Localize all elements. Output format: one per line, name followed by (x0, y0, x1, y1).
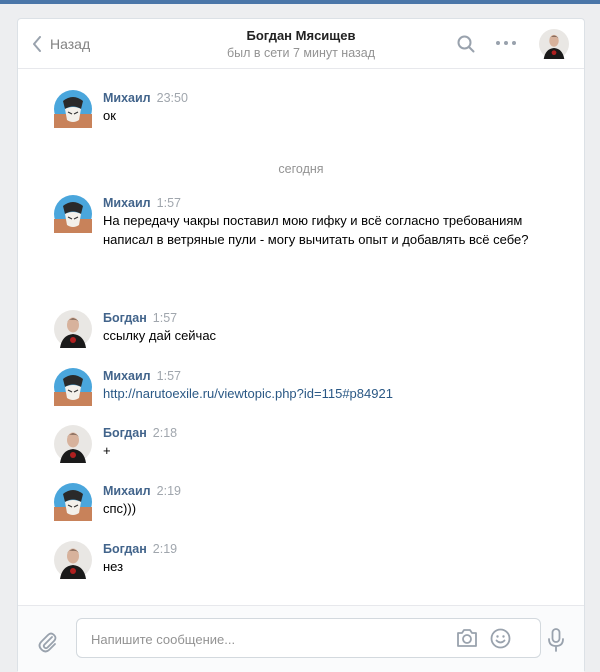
message-time: 1:57 (156, 196, 181, 210)
message-text: ок (103, 108, 116, 123)
message-time: 2:19 (156, 484, 181, 498)
message-input[interactable] (89, 619, 433, 659)
message-author[interactable]: Михаил (103, 196, 151, 210)
message-author[interactable]: Богдан (103, 311, 147, 325)
bogdan-avatar[interactable] (54, 425, 92, 463)
chat-title: Богдан Мясищев был в сети 7 минут назад (168, 28, 434, 61)
mikhail-avatar[interactable] (54, 483, 92, 521)
more-icon[interactable] (496, 41, 516, 45)
paperclip-icon[interactable] (38, 630, 58, 659)
smile-icon[interactable] (490, 628, 511, 654)
mikhail-avatar[interactable] (54, 368, 92, 406)
camera-icon[interactable] (456, 628, 478, 653)
message-text: нез (103, 559, 124, 574)
day-separator: сегодня (278, 162, 324, 176)
bogdan-avatar[interactable] (54, 541, 92, 579)
back-label: Назад (50, 36, 91, 52)
message-time: 2:19 (152, 542, 178, 556)
microphone-icon[interactable] (548, 628, 564, 657)
message-text: На передачу чакры поставил мою гифку и в… (103, 213, 529, 247)
message-author[interactable]: Михаил (103, 91, 151, 105)
message-author[interactable]: Богдан (103, 542, 147, 556)
chat-window: Назад Богдан Мясищев был в сети 7 минут … (17, 18, 585, 672)
message-time: 1:57 (156, 369, 181, 383)
message-text: ссылку дай сейчас (103, 328, 217, 343)
message-author[interactable]: Богдан (103, 426, 147, 440)
chat-header: Назад Богдан Мясищев был в сети 7 минут … (18, 19, 584, 69)
top-accent-bar (0, 0, 600, 4)
message-link[interactable]: http://narutoexile.ru/viewtopic.php?id=1… (103, 386, 393, 401)
message-list: Михаил 23:50 ок сегодня Михаил 1:57 На пер… (18, 70, 584, 605)
contact-avatar[interactable] (539, 29, 569, 64)
contact-name[interactable]: Богдан Мясищев (168, 28, 434, 44)
message-author[interactable]: Михаил (103, 484, 151, 498)
message-composer (18, 605, 584, 672)
message-input-box[interactable] (76, 618, 541, 659)
message-author[interactable]: Михаил (103, 369, 151, 383)
contact-status: был в сети 7 минут назад (226, 46, 376, 60)
message-text: спс))) (103, 501, 137, 516)
back-button[interactable]: Назад (32, 34, 90, 54)
message-time: 2:18 (152, 426, 178, 440)
message-time: 1:57 (152, 311, 178, 325)
mikhail-avatar[interactable] (54, 90, 92, 128)
message-time: 23:50 (156, 91, 188, 105)
bogdan-avatar[interactable] (54, 310, 92, 348)
search-icon[interactable] (457, 35, 475, 58)
chevron-left-icon (32, 36, 42, 52)
mikhail-avatar[interactable] (54, 195, 92, 233)
message-text: + (103, 443, 111, 458)
